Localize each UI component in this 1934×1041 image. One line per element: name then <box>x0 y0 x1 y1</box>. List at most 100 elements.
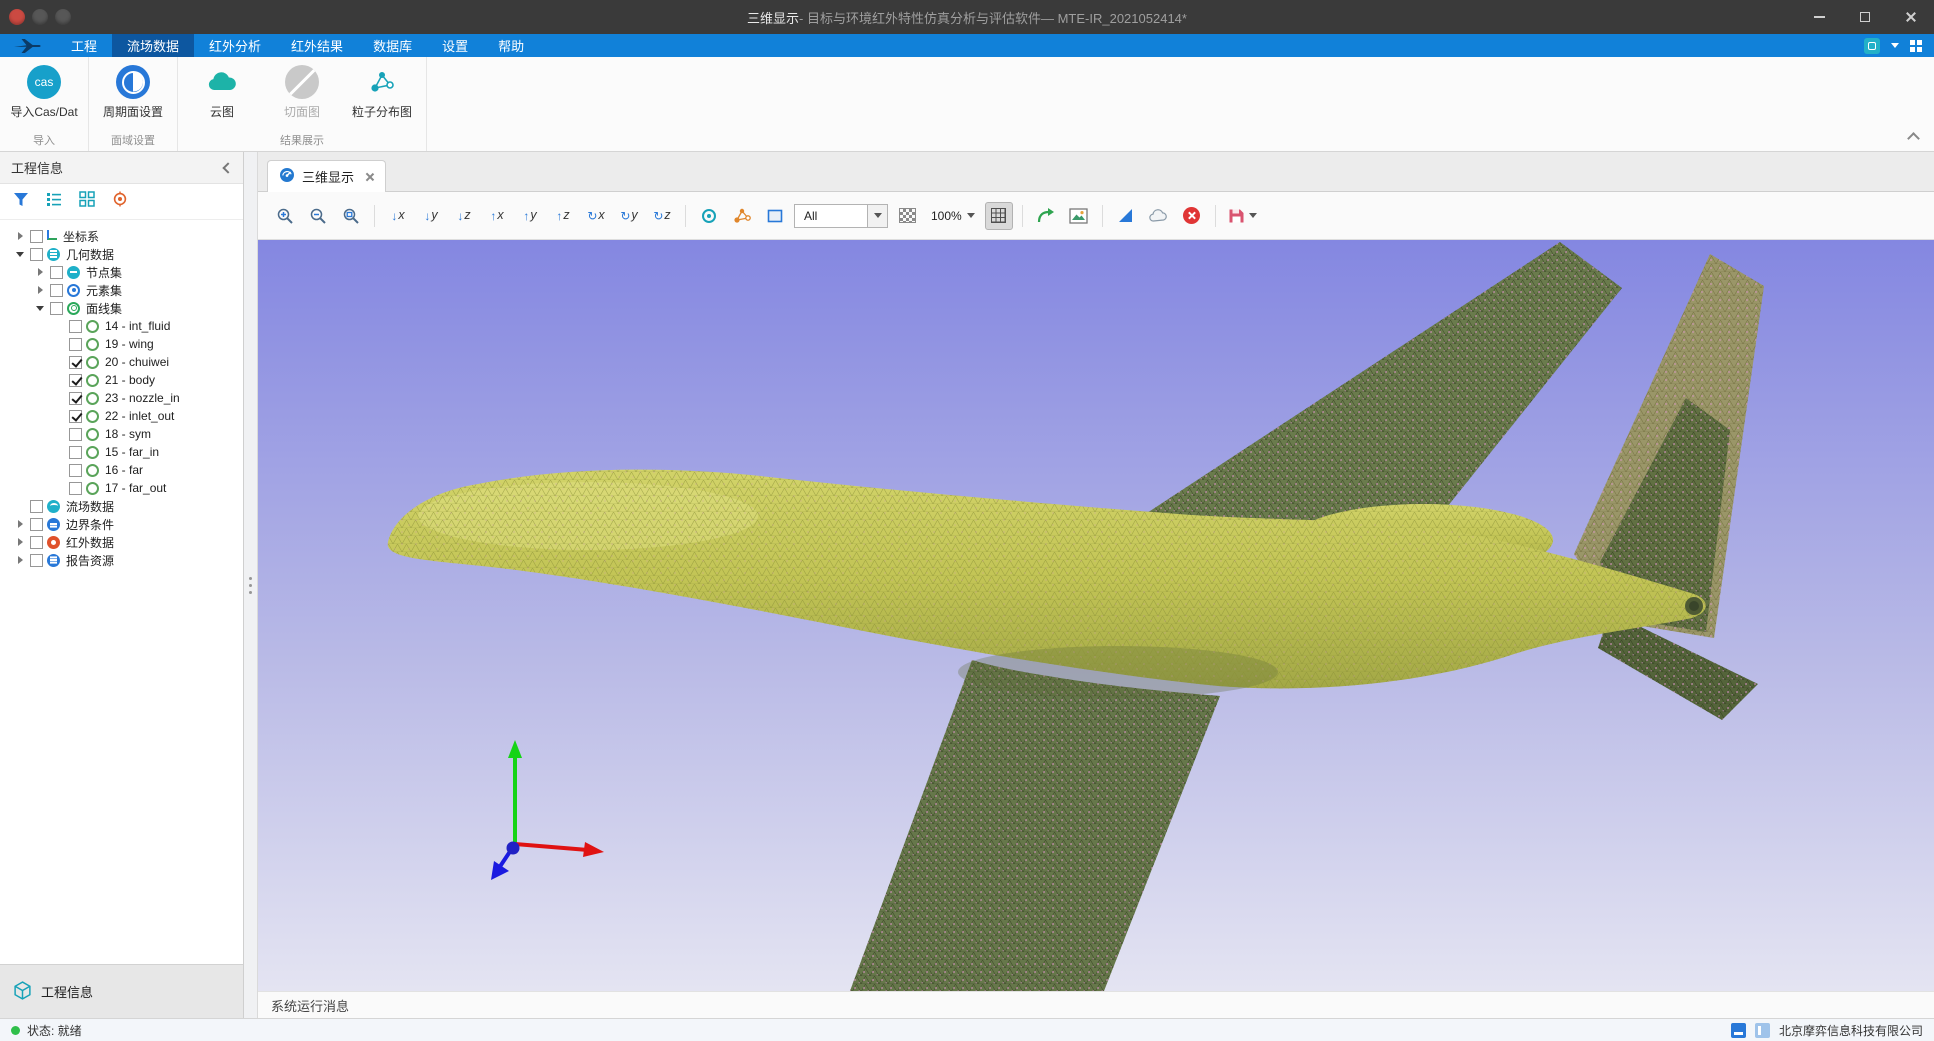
project-panel-bottom-tab[interactable]: 工程信息 <box>0 964 243 1018</box>
display-filter-dropdown-button[interactable] <box>867 205 887 227</box>
tree-item-checkbox[interactable] <box>30 248 43 261</box>
clear-delete-button[interactable] <box>1178 202 1206 230</box>
tree-item-infrared-data[interactable]: 红外数据 <box>0 533 243 551</box>
target-locate-icon[interactable] <box>112 191 128 212</box>
cloud-map-button[interactable]: 云图 <box>182 63 262 120</box>
opacity-percent-combo[interactable]: 100% <box>926 202 980 230</box>
tab-3d-display[interactable]: 三维显示 <box>267 160 386 192</box>
close-button[interactable] <box>1888 0 1934 34</box>
layout-bottom-panel-icon[interactable] <box>1731 1023 1746 1038</box>
display-filter-combo[interactable]: All <box>794 204 888 228</box>
panel-collapse-icon[interactable] <box>222 162 233 173</box>
tree-item-checkbox[interactable] <box>69 482 82 495</box>
tree-item-checkbox[interactable] <box>30 536 43 549</box>
tree-expand-arrow-icon[interactable] <box>34 286 46 294</box>
tree-item-chuiwei[interactable]: 20 - chuiwei <box>0 353 243 371</box>
view-rotate-z-button[interactable]: ↻z <box>648 202 676 230</box>
view-rotate-y-button[interactable]: ↻y <box>615 202 643 230</box>
tree-item-flow-field-data[interactable]: 流场数据 <box>0 497 243 515</box>
viewport-3d[interactable] <box>258 240 1934 991</box>
tab-close-icon[interactable] <box>364 172 374 182</box>
tree-item-checkbox[interactable] <box>50 266 63 279</box>
view-rotate-x-button[interactable]: ↻x <box>582 202 610 230</box>
import-cas-dat-button[interactable]: cas 导入Cas/Dat <box>4 63 84 120</box>
view-up-z-button[interactable]: ↑z <box>549 202 577 230</box>
tree-item-geometry-data[interactable]: 几何数据 <box>0 245 243 263</box>
save-view-button[interactable] <box>1225 202 1260 230</box>
tree-expand-arrow-icon[interactable] <box>14 232 26 240</box>
menubar-caret-icon[interactable] <box>1891 43 1899 48</box>
box-select-button[interactable] <box>761 202 789 230</box>
view-up-x-button[interactable]: ↑x <box>483 202 511 230</box>
tree-expand-arrow-icon[interactable] <box>34 306 46 311</box>
minimize-button[interactable] <box>1796 0 1842 34</box>
tree-item-checkbox[interactable] <box>69 338 82 351</box>
snapshot-button[interactable] <box>1065 202 1093 230</box>
view-down-z-button[interactable]: ↓z <box>450 202 478 230</box>
tree-item-checkbox[interactable] <box>69 356 82 369</box>
tree-item-wing[interactable]: 19 - wing <box>0 335 243 353</box>
tree-expand-arrow-icon[interactable] <box>14 520 26 528</box>
tree-item-nozzle-in[interactable]: 23 - nozzle_in <box>0 389 243 407</box>
zoom-fit-button[interactable] <box>337 202 365 230</box>
tree-item-checkbox[interactable] <box>30 554 43 567</box>
particles-toggle-button[interactable] <box>728 202 756 230</box>
tree-item-body[interactable]: 21 - body <box>0 371 243 389</box>
probe-pin-button[interactable] <box>695 202 723 230</box>
mirror-button[interactable] <box>1112 202 1140 230</box>
tree-item-face-set[interactable]: 面线集 <box>0 299 243 317</box>
maximize-button[interactable] <box>1842 0 1888 34</box>
tree-item-element-set[interactable]: 元素集 <box>0 281 243 299</box>
particle-distribution-button[interactable]: 粒子分布图 <box>342 63 422 120</box>
filter-icon[interactable] <box>13 192 29 212</box>
tab-infrared-results[interactable]: 红外结果 <box>276 34 358 57</box>
view-down-y-button[interactable]: ↓y <box>417 202 445 230</box>
tree-item-far-out[interactable]: 17 - far_out <box>0 479 243 497</box>
tab-help[interactable]: 帮助 <box>483 34 539 57</box>
menubar-grid-icon[interactable] <box>1910 40 1922 52</box>
tree-expand-arrow-icon[interactable] <box>14 252 26 257</box>
tree-item-checkbox[interactable] <box>50 302 63 315</box>
tree-item-report-resource[interactable]: 报告资源 <box>0 551 243 569</box>
panel-splitter[interactable] <box>244 152 258 1018</box>
tree-item-checkbox[interactable] <box>50 284 63 297</box>
app-gray-circle-button-2[interactable] <box>55 9 71 25</box>
zoom-in-button[interactable] <box>271 202 299 230</box>
tree-expand-arrow-icon[interactable] <box>14 538 26 546</box>
tree-item-checkbox[interactable] <box>69 374 82 387</box>
tree-item-node-set[interactable]: 节点集 <box>0 263 243 281</box>
tree-item-checkbox[interactable] <box>30 500 43 513</box>
tree-item-inlet-out[interactable]: 22 - inlet_out <box>0 407 243 425</box>
zoom-out-button[interactable] <box>304 202 332 230</box>
tree-item-checkbox[interactable] <box>69 464 82 477</box>
export-forward-button[interactable] <box>1032 202 1060 230</box>
ribbon-collapse-button[interactable] <box>1907 132 1920 145</box>
tree-expand-arrow-icon[interactable] <box>14 556 26 564</box>
tree-item-far-in[interactable]: 15 - far_in <box>0 443 243 461</box>
tab-database[interactable]: 数据库 <box>358 34 427 57</box>
tree-item-checkbox[interactable] <box>69 446 82 459</box>
tree-item-checkbox[interactable] <box>30 230 43 243</box>
tree-item-checkbox[interactable] <box>69 410 82 423</box>
view-down-x-button[interactable]: ↓x <box>384 202 412 230</box>
tree-item-checkbox[interactable] <box>30 518 43 531</box>
tab-infrared-analysis[interactable]: 红外分析 <box>194 34 276 57</box>
grid-view-icon[interactable] <box>79 191 95 212</box>
tree-item-coordinate-system[interactable]: 坐标系 <box>0 227 243 245</box>
period-face-settings-button[interactable]: 周期面设置 <box>93 63 173 120</box>
tree-item-checkbox[interactable] <box>69 320 82 333</box>
layout-left-panel-icon[interactable] <box>1755 1023 1770 1038</box>
tab-flow-field-data[interactable]: 流场数据 <box>112 34 194 57</box>
tree-item-checkbox[interactable] <box>69 392 82 405</box>
cloud-display-button[interactable] <box>1145 202 1173 230</box>
view-up-y-button[interactable]: ↑y <box>516 202 544 230</box>
tab-engineering[interactable]: 工程 <box>56 34 112 57</box>
tree-item-far[interactable]: 16 - far <box>0 461 243 479</box>
list-view-icon[interactable] <box>46 191 62 212</box>
tree-item-checkbox[interactable] <box>69 428 82 441</box>
app-gray-circle-button-1[interactable] <box>32 9 48 25</box>
tree-item-boundary-condition[interactable]: 边界条件 <box>0 515 243 533</box>
tree-item-int-fluid[interactable]: 14 - int_fluid <box>0 317 243 335</box>
opacity-pattern-button[interactable] <box>893 202 921 230</box>
tree-item-sym[interactable]: 18 - sym <box>0 425 243 443</box>
